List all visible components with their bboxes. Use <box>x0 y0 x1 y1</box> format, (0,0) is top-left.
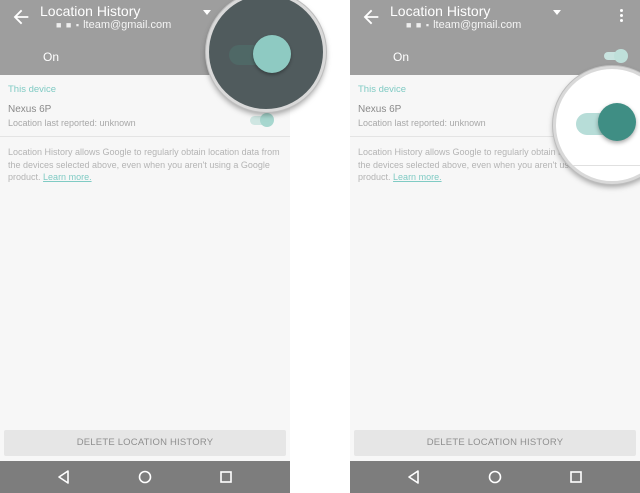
divider <box>0 136 290 137</box>
dropdown-caret-icon[interactable] <box>553 10 561 15</box>
app-title: Location History <box>390 3 491 19</box>
dropdown-caret-icon[interactable] <box>203 10 211 15</box>
account-redacted: ■ ■ ▪ <box>406 20 431 30</box>
section-header: This device <box>358 84 407 95</box>
delete-history-button[interactable]: DELETE LOCATION HISTORY <box>354 430 636 456</box>
divider <box>556 165 640 166</box>
app-title: Location History <box>40 3 141 19</box>
device-toggle-thumb[interactable] <box>260 113 274 127</box>
nav-recents-icon[interactable] <box>218 469 234 485</box>
toggle-thumb[interactable] <box>253 35 291 73</box>
device-status: Location last reported: unknown <box>8 118 136 128</box>
delete-history-button[interactable]: DELETE LOCATION HISTORY <box>4 430 286 456</box>
description: Location History allows Google to regula… <box>8 146 284 184</box>
account-email: lteam@gmail.com <box>83 19 172 31</box>
master-toggle-thumb[interactable] <box>614 49 628 63</box>
learn-more-link[interactable]: Learn more. <box>43 172 92 182</box>
nav-back-icon[interactable] <box>56 469 72 485</box>
overflow-menu-icon[interactable] <box>620 9 624 23</box>
nav-back-icon[interactable] <box>406 469 422 485</box>
account-selector[interactable]: ■ ■ ▪ lteam@gmail.com <box>406 19 521 31</box>
learn-more-link[interactable]: Learn more. <box>393 172 442 182</box>
back-arrow-icon[interactable] <box>10 6 32 28</box>
device-name: Nexus 6P <box>8 104 52 115</box>
toggle-thumb[interactable] <box>598 103 636 141</box>
nav-home-icon[interactable] <box>487 469 503 485</box>
nav-home-icon[interactable] <box>137 469 153 485</box>
nav-recents-icon[interactable] <box>568 469 584 485</box>
account-selector[interactable]: ■ ■ ▪ lteam@gmail.com <box>56 19 171 31</box>
navigation-bar <box>0 461 290 493</box>
section-header: This device <box>8 84 57 95</box>
master-status-label: On <box>393 50 410 64</box>
account-redacted: ■ ■ ▪ <box>56 20 81 30</box>
account-email: lteam@gmail.com <box>433 19 522 31</box>
master-status-label: On <box>43 50 60 64</box>
device-status: Location last reported: unknown <box>358 118 486 128</box>
back-arrow-icon[interactable] <box>360 6 382 28</box>
magnified-master-toggle <box>206 0 326 112</box>
app-bar: Location History ■ ■ ▪ lteam@gmail.com On <box>350 0 640 75</box>
device-name: Nexus 6P <box>358 104 402 115</box>
navigation-bar <box>350 461 640 493</box>
